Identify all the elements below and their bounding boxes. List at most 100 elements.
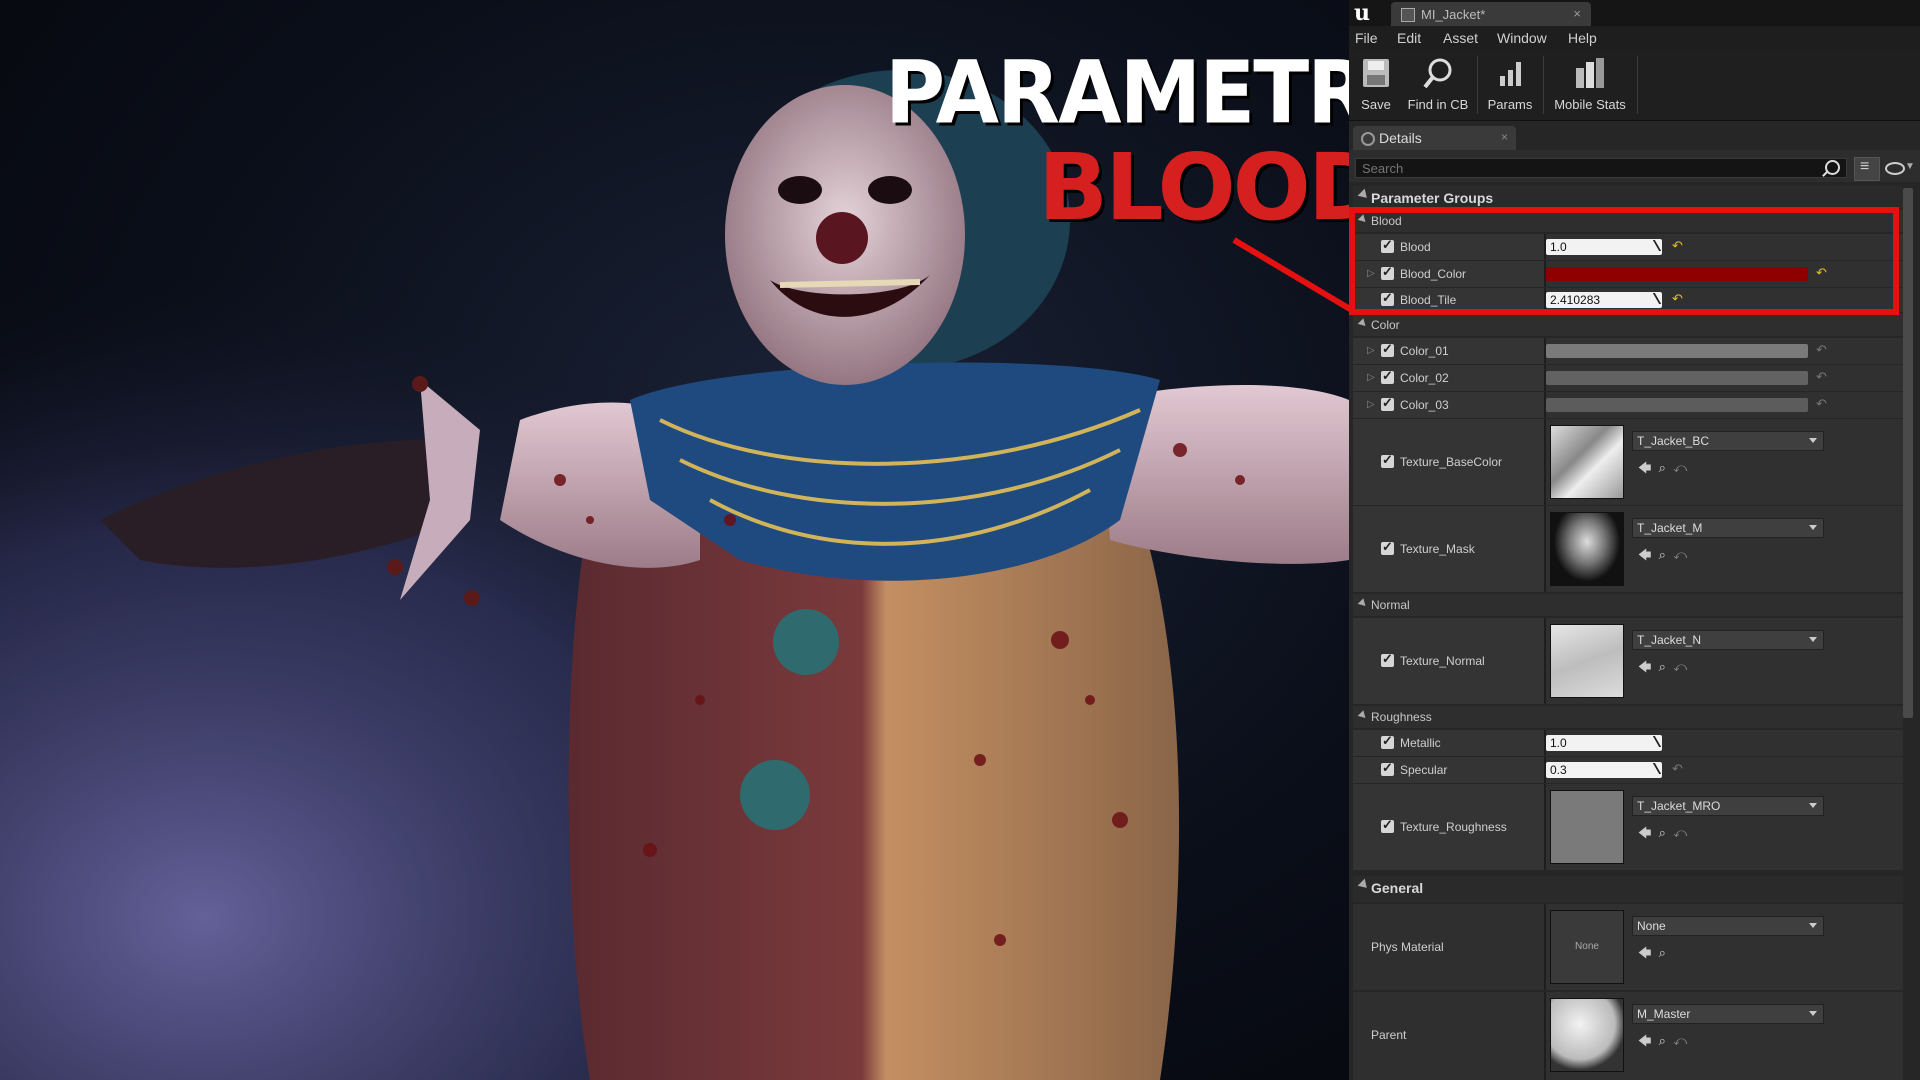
expand-arrow-icon[interactable]: ▷ [1367,268,1375,279]
metallic-value-input[interactable]: 1.0 [1546,735,1662,751]
asset-action-icons[interactable]: 🡄 ⌕ ↶ [1638,459,1687,481]
override-checkbox[interactable] [1381,452,1394,468]
blood-color-swatch[interactable] [1546,267,1808,281]
override-checkbox[interactable] [1381,237,1394,253]
reset-to-default-icon[interactable]: ↶ [1816,342,1827,358]
reset-to-default-icon[interactable]: ↶ [1672,291,1683,307]
parent-material-thumbnail[interactable] [1550,998,1624,1072]
reset-to-default-icon[interactable]: ↶ [1672,238,1683,254]
material-instance-icon [1401,8,1415,22]
asset-action-icons[interactable]: 🡄 ⌕ ↶ [1638,658,1687,680]
group-color-header[interactable]: Color [1353,314,1903,336]
asset-action-icons[interactable]: 🡄 ⌕ ↶ [1638,1032,1687,1054]
parameter-groups-header[interactable]: Parameter Groups [1353,186,1903,208]
use-selected-arrow-icon: 🡄 [1638,659,1652,674]
details-tab[interactable]: Details × [1353,126,1516,150]
use-selected-arrow-icon: 🡄 [1638,547,1652,562]
override-checkbox[interactable] [1381,368,1394,384]
eye-icon[interactable] [1885,162,1905,175]
specular-value-input[interactable]: 0.3 [1546,762,1662,778]
tab-close-icon[interactable]: × [1573,6,1581,21]
general-header[interactable]: General [1353,876,1903,902]
texture-thumbnail[interactable] [1550,425,1624,499]
color-03-swatch[interactable] [1546,398,1808,412]
group-blood-header[interactable]: Blood [1353,210,1903,232]
texture-thumbnail[interactable] [1550,790,1624,864]
menu-file[interactable]: File [1355,30,1378,46]
chevron-down-icon[interactable]: ▼ [1905,161,1915,172]
blood-tile-value-input[interactable]: 2.410283 [1546,292,1662,308]
general-row-phys-material: Phys Material None None 🡄 ⌕ [1353,904,1903,990]
expand-arrow-icon[interactable]: ▷ [1367,399,1375,410]
override-checkbox[interactable] [1381,290,1394,306]
reset-to-default-icon[interactable]: ↶ [1816,265,1827,281]
texture-thumbnail[interactable] [1550,624,1624,698]
search-icon[interactable] [1825,160,1840,175]
browse-search-icon: ⌕ [1658,547,1666,562]
details-close-icon[interactable]: × [1501,130,1508,144]
collapse-arrow-icon [1357,710,1369,721]
save-button[interactable]: Save [1355,54,1397,116]
asset-action-icons[interactable]: 🡄 ⌕ ↶ [1638,824,1687,846]
material-instance-editor: u MI_Jacket* × File Edit Asset Window He… [1349,0,1920,1080]
collapse-arrow-icon [1357,598,1369,609]
params-button[interactable]: Params [1483,54,1537,116]
reset-to-default-icon[interactable]: ↶ [1816,396,1827,412]
reset-to-default-icon[interactable]: ↶ [1816,369,1827,385]
asset-dropdown[interactable]: T_Jacket_N [1632,630,1824,650]
override-checkbox[interactable] [1381,395,1394,411]
asset-dropdown[interactable]: T_Jacket_MRO [1632,796,1824,816]
mobile-stats-button[interactable]: Mobile Stats [1549,54,1631,116]
param-row-specular: Specular 0.3↶ [1353,757,1903,783]
details-search-box[interactable] [1355,158,1847,178]
param-row-blood-tile: Blood_Tile 2.410283 ↶ [1353,288,1903,312]
group-roughness-header[interactable]: Roughness [1353,706,1903,728]
asset-dropdown[interactable]: T_Jacket_BC [1632,431,1824,451]
find-in-cb-button[interactable]: Find in CB [1405,54,1471,116]
param-row-texture-normal: Texture_Normal T_Jacket_N 🡄 ⌕ ↶ [1353,618,1903,704]
search-row: ▼ [1349,150,1920,182]
expand-arrow-icon[interactable]: ▷ [1367,372,1375,383]
reset-to-default-icon[interactable]: ↶ [1672,761,1683,777]
asset-dropdown[interactable]: T_Jacket_M [1632,518,1824,538]
chevron-down-icon [1809,525,1817,530]
asset-dropdown[interactable]: None [1632,916,1824,936]
override-checkbox[interactable] [1381,264,1394,280]
view-options-icon[interactable] [1854,157,1880,181]
phys-material-thumbnail[interactable]: None [1550,910,1624,984]
browse-search-icon: ⌕ [1658,1033,1666,1048]
mobile-stats-icon [1570,56,1610,92]
override-checkbox[interactable] [1381,817,1394,833]
override-checkbox[interactable] [1381,733,1394,749]
override-checkbox[interactable] [1381,760,1394,776]
document-tab-label: MI_Jacket* [1421,7,1486,22]
toolbar-separator [1543,56,1544,114]
param-row-color-03: ▷Color_03 ↶ [1353,392,1903,418]
param-row-blood: Blood 1.0 ↶ [1353,234,1903,260]
override-checkbox[interactable] [1381,539,1394,555]
overlay-title-blood: BLOOD [1038,134,1349,241]
asset-dropdown[interactable]: M_Master [1632,1004,1824,1024]
texture-thumbnail[interactable] [1550,512,1624,586]
blood-value-input[interactable]: 1.0 [1546,239,1662,255]
document-tab[interactable]: MI_Jacket* × [1391,2,1591,26]
search-input[interactable] [1356,159,1822,177]
override-checkbox[interactable] [1381,651,1394,667]
override-checkbox[interactable] [1381,341,1394,357]
expand-arrow-icon[interactable]: ▷ [1367,345,1375,356]
color-02-swatch[interactable] [1546,371,1808,385]
menu-asset[interactable]: Asset [1443,30,1478,46]
magnifier-icon [1418,56,1458,92]
browse-search-icon: ⌕ [1658,659,1666,674]
use-selected-arrow-icon: 🡄 [1638,460,1652,475]
menu-window[interactable]: Window [1497,30,1547,46]
asset-action-icons[interactable]: 🡄 ⌕ [1638,944,1666,966]
details-content: Parameter Groups Blood Blood 1.0 ↶ ▷ Bloo… [1349,182,1905,1080]
details-scrollbar[interactable] [1903,188,1913,718]
asset-action-icons[interactable]: 🡄 ⌕ ↶ [1638,546,1687,568]
color-01-swatch[interactable] [1546,344,1808,358]
group-normal-header[interactable]: Normal [1353,594,1903,616]
menu-help[interactable]: Help [1568,30,1597,46]
menu-edit[interactable]: Edit [1397,30,1421,46]
details-icon [1361,132,1375,146]
